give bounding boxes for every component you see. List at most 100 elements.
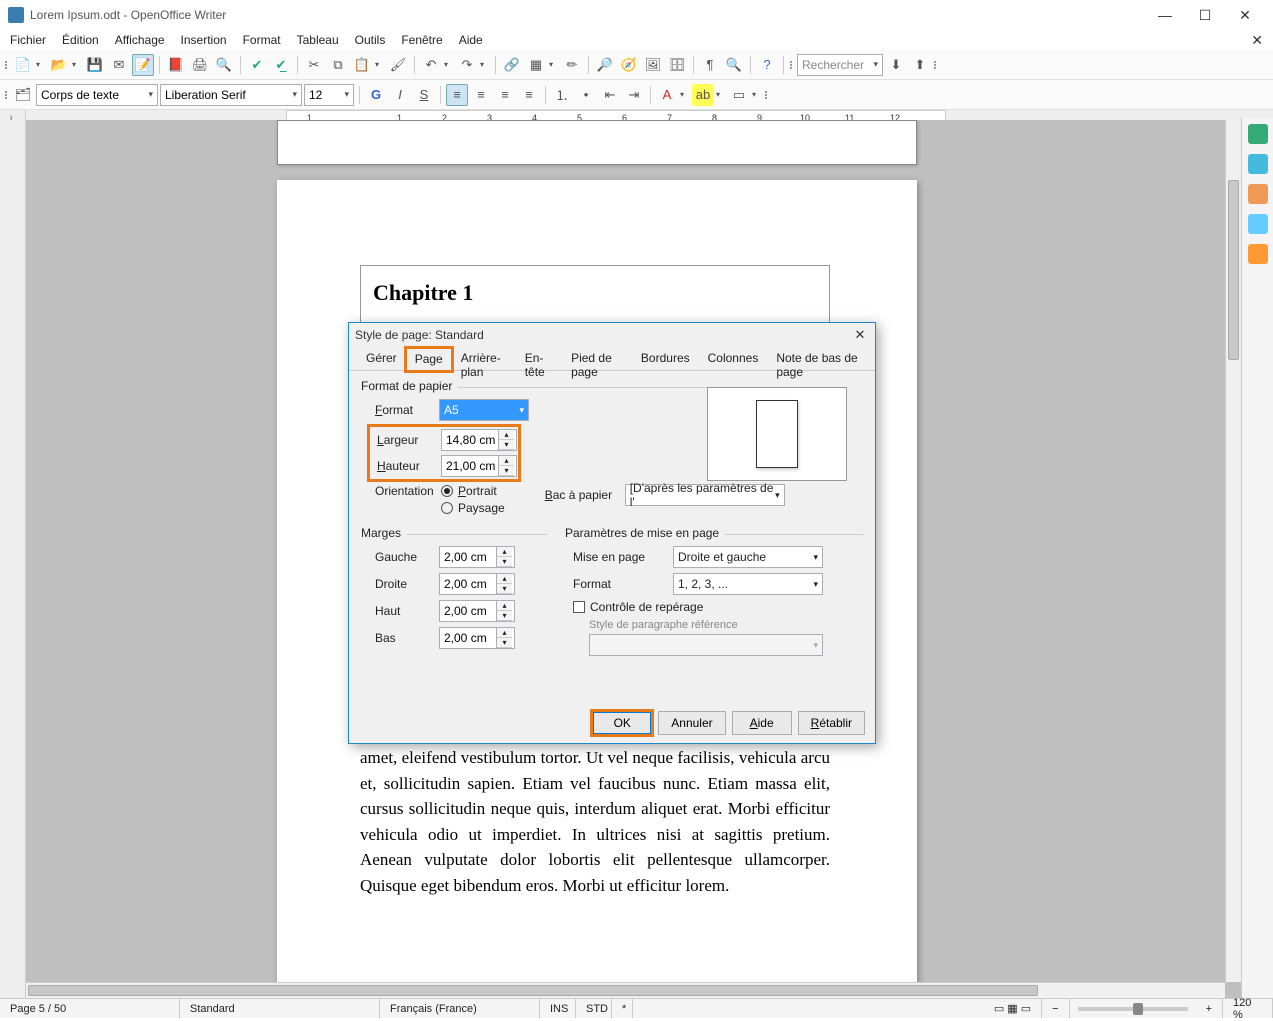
status-view-icons[interactable]: ▭ ▦ ▭	[984, 999, 1042, 1018]
menu-affichage[interactable]: Affichage	[109, 32, 171, 48]
open-dropdown-icon[interactable]: ▾	[72, 60, 82, 69]
status-page[interactable]: Page 5 / 50	[0, 999, 180, 1018]
table-dropdown-icon[interactable]: ▾	[549, 60, 559, 69]
bold-icon[interactable]: G	[365, 84, 387, 106]
find-icon[interactable]: 🔎	[594, 54, 616, 76]
status-zoom-in[interactable]: +	[1196, 999, 1223, 1018]
dialog-titlebar[interactable]: Style de page: Standard ✕	[349, 323, 875, 347]
preview-icon[interactable]: 🔍	[213, 54, 235, 76]
margin-bottom-input[interactable]: ▴▾	[439, 627, 515, 649]
highlight-dropdown-icon[interactable]: ▾	[716, 90, 726, 99]
tab-pieddepage[interactable]: Pied de page	[562, 347, 632, 370]
sidebar-styles-icon[interactable]	[1248, 184, 1268, 204]
underline-icon[interactable]: S	[413, 84, 435, 106]
export-pdf-icon[interactable]: 📕	[165, 54, 187, 76]
background-color-icon[interactable]: ▭	[728, 84, 750, 106]
close-button[interactable]: ✕	[1225, 1, 1265, 29]
nonprinting-icon[interactable]: ¶	[699, 54, 721, 76]
vertical-ruler[interactable]	[0, 120, 26, 998]
spin-up-icon[interactable]: ▴	[497, 628, 512, 638]
margin-top-input[interactable]: ▴▾	[439, 600, 515, 622]
toolbar-handle[interactable]	[4, 61, 10, 69]
minimize-button[interactable]: —	[1145, 1, 1185, 29]
font-color-dropdown-icon[interactable]: ▾	[680, 90, 690, 99]
gallery-icon[interactable]: 🖼	[642, 54, 664, 76]
menu-insertion[interactable]: Insertion	[175, 32, 233, 48]
open-icon[interactable]: 📂	[48, 54, 70, 76]
spin-down-icon[interactable]: ▾	[499, 466, 514, 476]
paper-height-input[interactable]: ▴▾	[441, 455, 517, 477]
print-icon[interactable]: 🖨	[189, 54, 211, 76]
status-selection-mode[interactable]: STD	[576, 999, 612, 1018]
scrollbar-thumb[interactable]	[1228, 180, 1239, 360]
status-insert-mode[interactable]: INS	[540, 999, 576, 1018]
copy-icon[interactable]: ⧉	[327, 54, 349, 76]
autospellcheck-icon[interactable]: ✔̲	[270, 54, 292, 76]
spin-down-icon[interactable]: ▾	[497, 584, 512, 594]
redo-icon[interactable]: ↷	[456, 54, 478, 76]
spin-up-icon[interactable]: ▴	[497, 574, 512, 584]
status-style[interactable]: Standard	[180, 999, 380, 1018]
align-left-icon[interactable]: ≡	[446, 84, 468, 106]
cancel-button[interactable]: Annuler	[658, 711, 725, 735]
menu-tableau[interactable]: Tableau	[291, 32, 345, 48]
maximize-button[interactable]: ☐	[1185, 1, 1225, 29]
font-size-combo[interactable]: 12 ▾	[304, 84, 354, 106]
spin-up-icon[interactable]: ▴	[499, 430, 514, 440]
paper-height-value[interactable]	[442, 459, 498, 473]
styles-icon[interactable]: 🗂	[12, 84, 34, 106]
undo-dropdown-icon[interactable]: ▾	[444, 60, 454, 69]
sidebar-navigator-icon[interactable]	[1248, 214, 1268, 234]
zoom-slider-thumb[interactable]	[1133, 1003, 1143, 1015]
body-text[interactable]: amet, eleifend vestibulum tortor. Ut vel…	[360, 745, 830, 898]
status-language[interactable]: Français (France)	[380, 999, 540, 1018]
undo-icon[interactable]: ↶	[420, 54, 442, 76]
sidebar-properties-icon[interactable]	[1248, 124, 1268, 144]
spin-down-icon[interactable]: ▾	[497, 638, 512, 648]
navigator-icon[interactable]: 🧭	[618, 54, 640, 76]
highlight-icon[interactable]: ab	[692, 84, 714, 106]
decrease-indent-icon[interactable]: ⇤	[599, 84, 621, 106]
paper-tray-select[interactable]: [D'après les paramètres de l' ▾	[625, 484, 785, 506]
menu-fenetre[interactable]: Fenêtre	[395, 32, 448, 48]
font-color-icon[interactable]: A	[656, 84, 678, 106]
datasources-icon[interactable]: 🗄	[666, 54, 688, 76]
drawing-icon[interactable]: ✏	[561, 54, 583, 76]
status-zoom-value[interactable]: 120 %	[1223, 999, 1273, 1018]
paper-format-select[interactable]: A5 ▾	[439, 399, 529, 421]
tab-arriereplan[interactable]: Arrière-plan	[452, 347, 516, 370]
hyperlink-icon[interactable]: 🔗	[501, 54, 523, 76]
help-button[interactable]: Aide	[732, 711, 792, 735]
italic-icon[interactable]: I	[389, 84, 411, 106]
spin-down-icon[interactable]: ▾	[497, 557, 512, 567]
status-zoom-out[interactable]: −	[1042, 999, 1069, 1018]
menu-format[interactable]: Format	[237, 32, 287, 48]
find-prev-icon[interactable]: ⬆	[909, 54, 931, 76]
align-right-icon[interactable]: ≡	[494, 84, 516, 106]
find-next-icon[interactable]: ⬇	[885, 54, 907, 76]
paste-icon[interactable]: 📋	[351, 54, 373, 76]
numbered-list-icon[interactable]: ⒈	[551, 84, 573, 106]
email-icon[interactable]: ✉	[108, 54, 130, 76]
bullet-list-icon[interactable]: •	[575, 84, 597, 106]
orientation-portrait-radio[interactable]: Portrait	[439, 484, 505, 498]
format-paintbrush-icon[interactable]: 🖌	[387, 54, 409, 76]
scrollbar-thumb[interactable]	[28, 985, 1038, 996]
toolbar-handle-3[interactable]	[933, 61, 939, 69]
toolbar-handle-2[interactable]	[789, 61, 795, 69]
tab-notebas[interactable]: Note de bas de page	[767, 347, 867, 370]
tab-colonnes[interactable]: Colonnes	[699, 347, 768, 370]
orientation-landscape-radio[interactable]: Paysage	[439, 501, 505, 515]
tab-gerer[interactable]: Gérer	[357, 347, 406, 370]
margin-left-input[interactable]: ▴▾	[439, 546, 515, 568]
find-toolbar-input[interactable]: Rechercher ▾	[797, 54, 883, 76]
tab-bordures[interactable]: Bordures	[632, 347, 699, 370]
register-true-checkbox[interactable]: Contrôle de repérage	[573, 600, 703, 614]
paragraph-style-combo[interactable]: Corps de texte ▾	[36, 84, 158, 106]
save-icon[interactable]: 💾	[84, 54, 106, 76]
edit-file-icon[interactable]: 📝	[132, 54, 154, 76]
cut-icon[interactable]: ✂	[303, 54, 325, 76]
margin-right-input[interactable]: ▴▾	[439, 573, 515, 595]
tab-page[interactable]: Page	[406, 348, 452, 371]
vertical-scrollbar[interactable]	[1225, 120, 1241, 982]
